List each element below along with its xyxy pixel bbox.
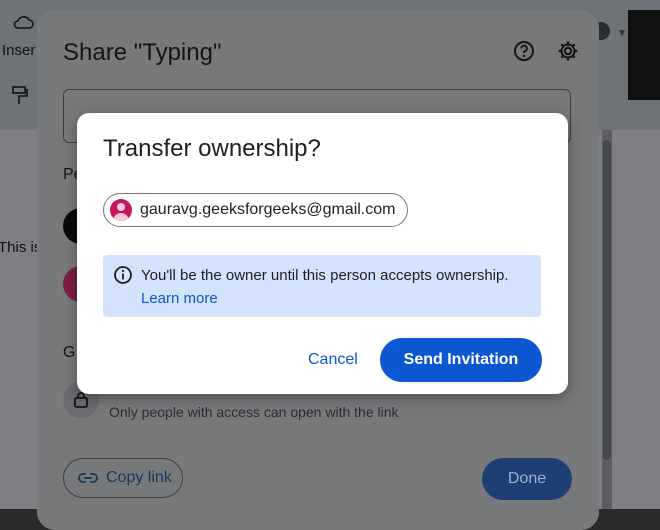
access-description: Only people with access can open with th… [109, 404, 399, 420]
learn-more-link[interactable]: Learn more [141, 288, 218, 310]
info-banner: You'll be the owner until this person ac… [103, 255, 541, 317]
done-button[interactable]: Done [482, 458, 572, 500]
cloud-icon [13, 16, 34, 29]
avatar [110, 199, 132, 221]
info-icon [114, 266, 132, 284]
document-text: This is [0, 239, 42, 256]
done-label: Done [507, 470, 547, 487]
copy-link-label: Copy link [106, 469, 172, 486]
scrollbar-thumb[interactable] [603, 140, 611, 460]
insert-menu-label[interactable]: Inser [2, 42, 35, 59]
recipient-chip: gauravg.geeksforgeeks@gmail.com [103, 193, 409, 227]
dialog-title: Transfer ownership? [103, 135, 321, 162]
transfer-ownership-dialog: Transfer ownership? gauravg.geeksforgeek… [77, 113, 568, 394]
general-access-label: G [63, 344, 76, 361]
link-icon [78, 473, 98, 483]
help-icon[interactable] [513, 40, 535, 62]
side-panel [628, 10, 660, 100]
recipient-email: gauravg.geeksforgeeks@gmail.com [140, 201, 396, 218]
copy-link-button[interactable]: Copy link [63, 458, 183, 498]
gear-icon[interactable] [557, 40, 579, 62]
send-invitation-button[interactable]: Send Invitation [380, 338, 542, 382]
info-message: You'll be the owner until this person ac… [141, 267, 509, 284]
chevron-down-icon[interactable]: ▼ [617, 28, 627, 39]
paint-format-icon[interactable] [12, 86, 28, 106]
cancel-button[interactable]: Cancel [308, 351, 358, 369]
share-dialog-title: Share "Typing" [63, 39, 222, 66]
send-invitation-label: Send Invitation [403, 351, 519, 368]
